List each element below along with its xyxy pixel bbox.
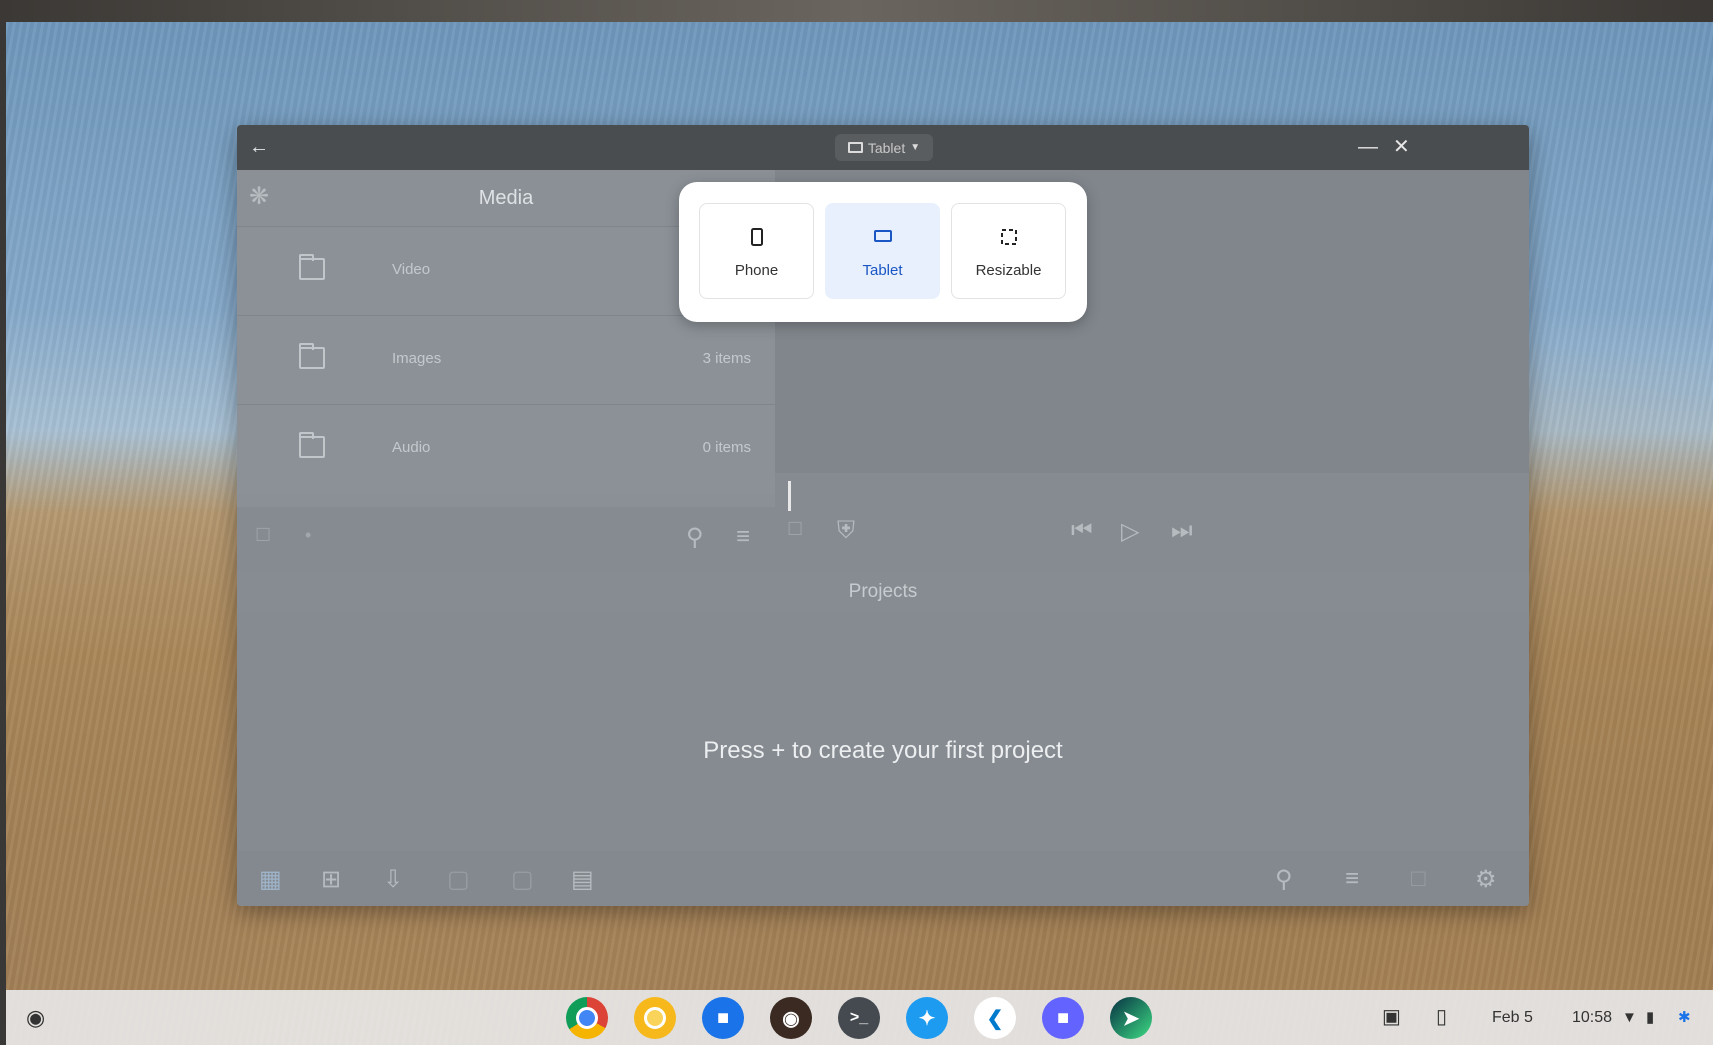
resizable-option[interactable]: Resizable — [951, 203, 1066, 299]
minimize-icon[interactable]: — — [1358, 125, 1378, 170]
dropdown-arrow-icon: ▼ — [910, 142, 921, 153]
media-toolbar: ☐ • ⚲ ≡ — [237, 507, 775, 572]
back-arrow-icon[interactable]: ← — [249, 125, 269, 170]
battery-icon[interactable]: ▮ — [1646, 990, 1654, 1045]
share-icon[interactable]: □ — [1411, 865, 1426, 893]
copy-icon[interactable]: ▢ — [447, 865, 470, 894]
screenshot-tray-icon[interactable]: ▣ — [1382, 990, 1401, 1045]
folder-icon — [299, 343, 325, 369]
media-row-count: 0 items — [702, 439, 751, 456]
media-row-count: 3 items — [702, 350, 751, 367]
twitter-icon[interactable]: ✦ — [906, 997, 948, 1039]
resizable-option-label: Resizable — [975, 262, 1042, 279]
folder-icon — [299, 432, 325, 458]
mastodon-icon[interactable]: ■ — [1042, 997, 1084, 1039]
skip-previous-icon[interactable]: ⏮ — [1071, 517, 1093, 545]
media-row-name: Images — [392, 350, 442, 367]
timeline-cursor[interactable] — [788, 481, 791, 511]
chrome-icon[interactable] — [566, 997, 608, 1039]
shelf: ◉ ■ ◉ >_ ✦ ❮ ■ ➤ ▣ ▯ Feb 5 10:58 ▼ ▮ ✱ — [6, 990, 1713, 1045]
files-icon[interactable]: ■ — [702, 997, 744, 1039]
window-mode-button[interactable]: Tablet ▼ — [835, 134, 933, 161]
checkbox-icon[interactable]: ☐ — [787, 519, 803, 540]
folder-icon — [299, 254, 325, 280]
chrome-canary-icon[interactable] — [634, 997, 676, 1039]
media-row-images[interactable]: Images 3 items — [237, 315, 775, 405]
tablet-icon — [873, 230, 892, 242]
media-row-audio[interactable]: Audio 0 items — [237, 404, 775, 494]
shield-add-icon[interactable]: ⛨ — [837, 517, 855, 545]
android-studio-icon[interactable]: ➤ — [1110, 997, 1152, 1039]
bluetooth-icon[interactable]: ✱ — [1678, 990, 1691, 1045]
title-bar: ← Tablet ▼ — ✕ — [237, 125, 1529, 170]
bottom-toolbar: ▦ ⊞ ⇩ ▢ ▢ ▤ ⚲ ≡ □ ⚙ — [237, 851, 1529, 906]
dot-icon[interactable]: • — [305, 525, 311, 546]
sort-icon[interactable]: ≡ — [1345, 865, 1359, 893]
sort-icon[interactable]: ≡ — [736, 523, 750, 551]
duplicate-icon[interactable]: ▢ — [511, 865, 534, 894]
resize-icon — [1000, 229, 1017, 245]
checkbox-icon[interactable]: ☐ — [255, 525, 271, 546]
projects-label: Projects — [237, 572, 1529, 612]
time-label[interactable]: 10:58 — [1572, 990, 1612, 1045]
date-label[interactable]: Feb 5 — [1492, 990, 1533, 1045]
add-project-icon[interactable]: ⊞ — [321, 865, 341, 894]
search-icon[interactable]: ⚲ — [686, 523, 704, 552]
phone-icon — [750, 228, 763, 246]
clipboard-icon[interactable]: ▤ — [571, 865, 594, 894]
window-size-popup: Phone Tablet Resizable — [679, 182, 1087, 322]
import-icon[interactable]: ⇩ — [383, 865, 403, 894]
wifi-icon[interactable]: ▼ — [1622, 990, 1637, 1045]
phone-hub-icon[interactable]: ▯ — [1436, 990, 1447, 1045]
skip-next-icon[interactable]: ⏭ — [1171, 517, 1193, 545]
terminal-icon[interactable]: >_ — [838, 997, 880, 1039]
media-row-name: Audio — [392, 439, 431, 456]
desktop-top-edge — [0, 0, 1713, 22]
media-row-name: Video — [392, 261, 431, 278]
preview-toolbar: ☐ ⛨ ⏮ ▷ ⏭ — [775, 473, 1529, 572]
gear-icon[interactable]: ⚙ — [1475, 865, 1497, 894]
tablet-option-label: Tablet — [862, 262, 903, 279]
window-mode-label: Tablet — [867, 139, 906, 156]
tablet-icon — [847, 142, 863, 153]
close-icon[interactable]: ✕ — [1393, 125, 1410, 170]
tablet-option[interactable]: Tablet — [825, 203, 940, 299]
search-icon[interactable]: ⚲ — [1275, 865, 1293, 894]
terminal-app-icon[interactable]: ◉ — [770, 997, 812, 1039]
projects-empty-message: Press + to create your first project — [703, 737, 1063, 764]
projects-icon[interactable]: ▦ — [259, 865, 282, 894]
phone-option-label: Phone — [734, 262, 779, 279]
phone-option[interactable]: Phone — [699, 203, 814, 299]
play-icon[interactable]: ▷ — [1121, 517, 1139, 546]
vscode-icon[interactable]: ❮ — [974, 997, 1016, 1039]
launcher-icon[interactable]: ◉ — [26, 990, 45, 1045]
